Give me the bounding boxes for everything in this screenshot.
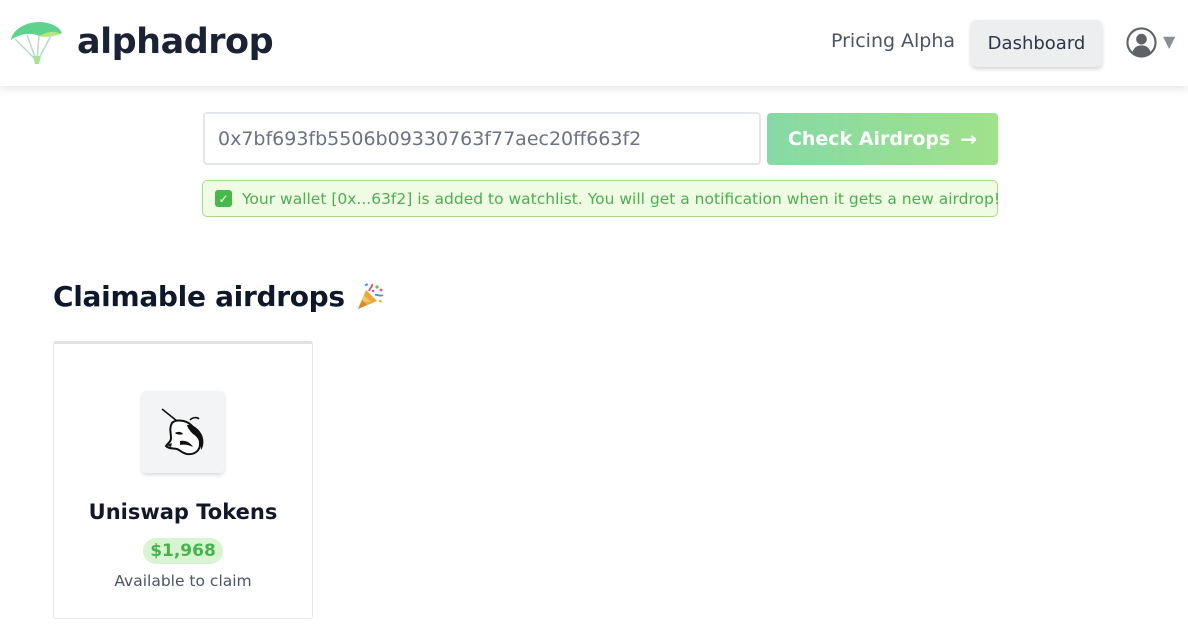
check-airdrops-button[interactable]: Check Airdrops → [767,113,998,165]
brand-name: alphadrop [77,22,274,62]
airdrop-card[interactable]: Uniswap Tokens $1,968 Available to claim [53,341,313,619]
nav-pricing-link[interactable]: Pricing [831,30,895,52]
user-avatar-icon [1126,26,1157,58]
top-nav-bar: alphadrop Pricing Alpha Dashboard ▼ [0,0,1188,86]
watchlist-notice: ✓ Your wallet [0x...63f2] is added to wa… [202,180,1001,217]
check-airdrops-label: Check Airdrops [787,128,951,150]
checkmark-icon: ✓ [215,190,232,207]
section-title: Claimable airdrops [53,280,385,313]
user-menu[interactable]: ▼ [1126,26,1180,58]
dashboard-button[interactable]: Dashboard [971,20,1102,67]
token-logo [142,391,224,473]
nav-alpha-link[interactable]: Alpha [901,30,955,52]
chevron-down-icon: ▼ [1163,32,1176,51]
arrow-right-icon: → [960,127,978,151]
parachute-logo-icon [11,21,62,64]
airdrop-status: Available to claim [114,572,252,590]
wallet-address-input[interactable] [203,112,761,165]
airdrop-name: Uniswap Tokens [88,500,278,524]
brand-logo-link[interactable]: alphadrop [9,20,274,64]
airdrop-value-badge: $1,968 [143,538,223,564]
watchlist-notice-text: Your wallet [0x...63f2] is added to watc… [242,189,1001,208]
uniswap-unicorn-icon [161,408,204,456]
section-title-text: Claimable airdrops [53,280,345,313]
party-popper-icon [357,282,384,309]
